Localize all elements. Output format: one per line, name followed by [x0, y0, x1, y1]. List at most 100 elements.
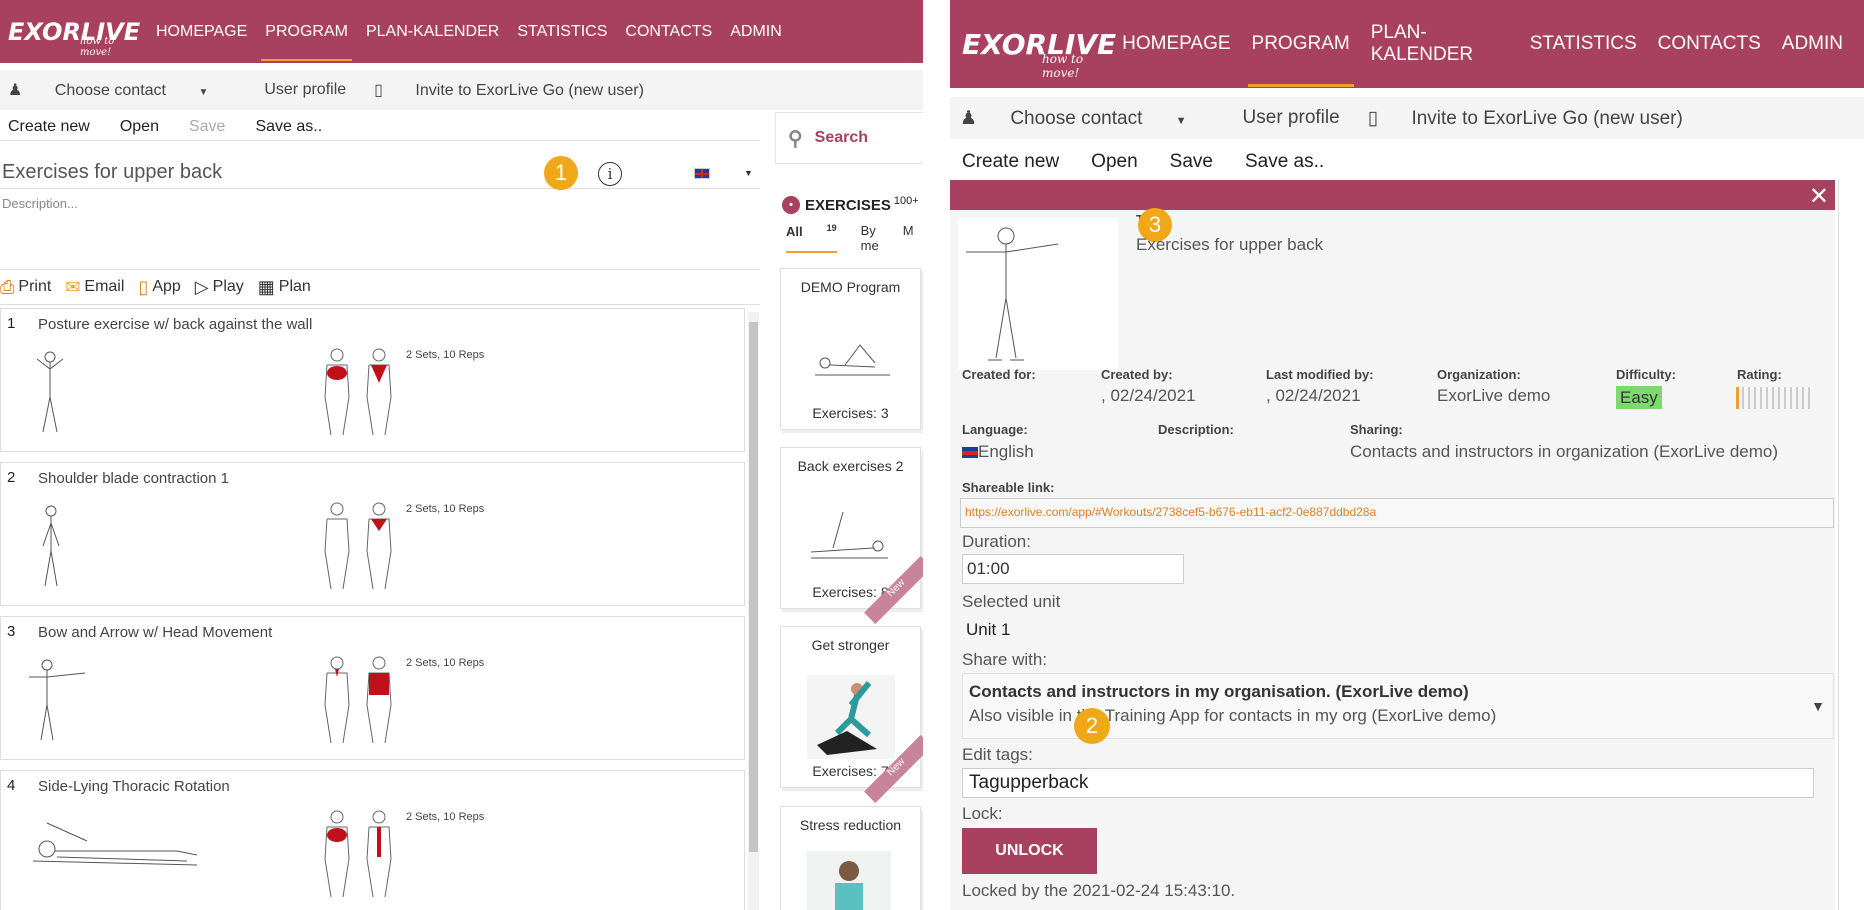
- create-new-button[interactable]: Create new: [962, 151, 1059, 173]
- description-input[interactable]: Description...: [2, 196, 78, 211]
- play-label: Play: [212, 278, 244, 295]
- search-label: Search: [814, 129, 869, 146]
- program-title: DEMO Program: [800, 279, 901, 295]
- program-card[interactable]: Get stronger Exercises: 7 New: [780, 626, 923, 803]
- create-new-button[interactable]: Create new: [8, 118, 90, 136]
- save-as-button[interactable]: Save as..: [1245, 151, 1324, 173]
- selected-unit-value[interactable]: Unit 1: [966, 620, 1010, 640]
- nav-plan-kalender[interactable]: PLAN-KALENDER: [1371, 22, 1509, 66]
- email-label: Email: [84, 278, 125, 295]
- language-dropdown-caret[interactable]: ▼: [744, 168, 753, 178]
- close-icon[interactable]: ✕: [1809, 182, 1829, 211]
- invite-label: Invite to ExorLive Go (new user): [1411, 107, 1683, 129]
- nav-plan-kalender[interactable]: PLAN-KALENDER: [366, 23, 499, 41]
- tab-more[interactable]: M: [903, 223, 914, 253]
- exercise-tabs: All 19 By me M: [786, 223, 923, 253]
- save-button[interactable]: Save: [189, 118, 225, 136]
- nav-contacts[interactable]: CONTACTS: [1658, 33, 1761, 55]
- unlock-button[interactable]: UNLOCK: [962, 828, 1097, 874]
- duration-input[interactable]: 01:00: [962, 554, 1184, 584]
- open-button[interactable]: Open: [1091, 151, 1137, 173]
- choose-contact-button[interactable]: ♟ Choose contact ▼: [960, 107, 1215, 130]
- program-card[interactable]: Stress reduction: [780, 806, 921, 910]
- scrollbar-thumb[interactable]: [749, 322, 758, 852]
- info-icon[interactable]: i: [598, 162, 622, 186]
- print-button[interactable]: ⎙ Print: [0, 277, 51, 298]
- exercise-illustration: [42, 505, 60, 587]
- open-button[interactable]: Open: [120, 118, 159, 136]
- created-by-label: Created by:: [1101, 367, 1173, 382]
- program-title-input[interactable]: Exercises for upper back: [0, 155, 760, 189]
- exercise-card[interactable]: 4 Side-Lying Thoracic Rotation 2 Sets, 1…: [0, 770, 745, 910]
- top-nav: EXORLIVE how to move! HOMEPAGE PROGRAM P…: [0, 0, 923, 63]
- choose-contact-button[interactable]: ♟ Choose contact ▼: [8, 80, 236, 100]
- muscle-map: [324, 348, 392, 436]
- nav-admin[interactable]: ADMIN: [730, 23, 782, 41]
- nav-program[interactable]: PROGRAM: [261, 23, 352, 61]
- rating-bar[interactable]: [1736, 387, 1812, 409]
- invite-link[interactable]: ▯ Invite to ExorLive Go (new user): [1368, 107, 1711, 130]
- exercise-name: Bow and Arrow w/ Head Movement: [38, 624, 273, 641]
- program-thumbnail: [958, 218, 1118, 370]
- edit-tags-label: Edit tags:: [962, 745, 1033, 764]
- callout-badge-1: 1: [544, 156, 578, 190]
- exercise-card[interactable]: 3 Bow and Arrow w/ Head Movement 2 Sets,…: [0, 616, 745, 760]
- program-properties-dialog: ✕ T 3 Exercises for upper back Created f…: [950, 180, 1835, 910]
- muscle-map: [324, 810, 392, 898]
- program-photo: [807, 851, 891, 910]
- exercise-card[interactable]: 1 Posture exercise w/ back against the w…: [0, 308, 745, 452]
- nav-program[interactable]: PROGRAM: [1247, 33, 1354, 87]
- program-thumbnail: [810, 511, 888, 559]
- nav-homepage[interactable]: HOMEPAGE: [156, 23, 247, 41]
- command-bar: Create new Open Save Save as..: [0, 113, 760, 141]
- user-profile-link[interactable]: User profile: [264, 81, 346, 99]
- uk-flag-icon: [962, 447, 978, 458]
- exercise-sets: 2 Sets, 10 Reps: [406, 657, 485, 669]
- program-thumbnail: [815, 344, 890, 376]
- search-icon: ⚲: [788, 127, 803, 150]
- nav-admin[interactable]: ADMIN: [1782, 33, 1843, 55]
- tags-input[interactable]: Tagupperback: [962, 768, 1814, 798]
- modified-value: , 02/24/2021: [1266, 386, 1361, 405]
- app-button[interactable]: ▯ App: [138, 277, 180, 298]
- exercise-number: 4: [7, 777, 16, 794]
- user-profile-link[interactable]: User profile: [1243, 107, 1340, 129]
- program-card[interactable]: DEMO Program Exercises: 3: [780, 268, 921, 430]
- muscle-map: [324, 502, 392, 590]
- exercise-card[interactable]: 2 Shoulder blade contraction 1 2 Sets, 1…: [0, 462, 745, 606]
- exorlive-logo[interactable]: EXORLIVE how to move!: [0, 0, 146, 63]
- email-button[interactable]: ✉ Email: [65, 277, 124, 298]
- save-as-button[interactable]: Save as..: [255, 118, 322, 136]
- plan-button[interactable]: ▦ Plan: [258, 277, 311, 298]
- program-card[interactable]: Back exercises 2 Exercises: 8 New: [780, 447, 923, 624]
- plan-label: Plan: [278, 278, 311, 295]
- dumbbell-icon: •: [782, 196, 800, 214]
- easy-badge: Easy: [1616, 386, 1662, 409]
- caret-down-icon: ▼: [1175, 114, 1187, 127]
- shareable-link-field[interactable]: https://exorlive.com/app/#Workouts/2738c…: [960, 498, 1834, 528]
- exorlive-logo[interactable]: EXORLIVE how to move!: [950, 0, 1116, 88]
- nav-statistics[interactable]: STATISTICS: [1530, 33, 1637, 55]
- play-button[interactable]: ▷ Play: [195, 277, 244, 298]
- tab-all[interactable]: All 19: [786, 223, 837, 253]
- exercise-sets: 2 Sets, 10 Reps: [406, 811, 485, 823]
- exercise-list-scrollbar[interactable]: [748, 312, 759, 910]
- program-title-value[interactable]: Exercises for upper back: [1136, 235, 1323, 255]
- duration-label: Duration:: [962, 532, 1031, 551]
- tab-by-me[interactable]: By me: [861, 223, 879, 253]
- person-icon: ♟: [8, 82, 23, 99]
- nav-contacts[interactable]: CONTACTS: [625, 23, 712, 41]
- uk-flag-icon[interactable]: [694, 168, 710, 179]
- invite-link[interactable]: ▯ Invite to ExorLive Go (new user): [374, 80, 672, 100]
- top-nav: EXORLIVE how to move! HOMEPAGE PROGRAM P…: [950, 0, 1864, 88]
- search-box[interactable]: ⚲ Search: [775, 112, 923, 164]
- save-button[interactable]: Save: [1170, 151, 1213, 173]
- print-label: Print: [18, 278, 52, 295]
- person-icon: ♟: [960, 107, 978, 129]
- nav-homepage[interactable]: HOMEPAGE: [1122, 33, 1230, 55]
- callout-badge-2: 2: [1074, 708, 1110, 744]
- exercise-name: Side-Lying Thoracic Rotation: [38, 778, 230, 795]
- exercise-number: 2: [7, 469, 16, 486]
- chevron-down-icon: ▼: [1811, 698, 1825, 714]
- nav-statistics[interactable]: STATISTICS: [517, 23, 607, 41]
